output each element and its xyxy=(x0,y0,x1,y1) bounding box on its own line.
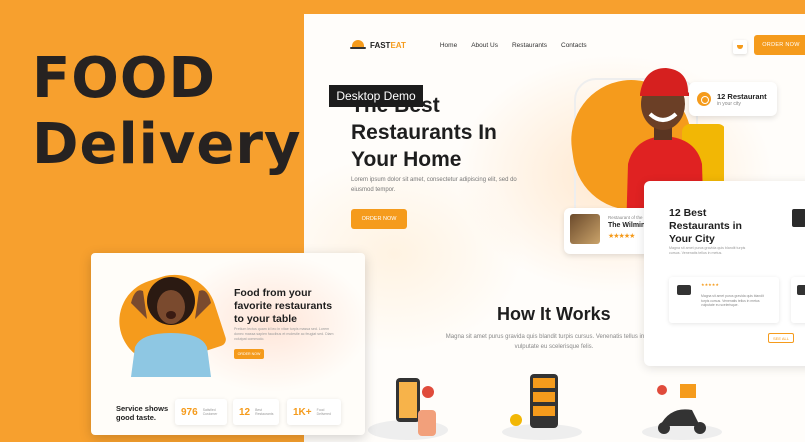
rating-stars: ★★★★★ xyxy=(701,282,719,287)
nav-restaurants[interactable]: Restaurants xyxy=(512,42,547,49)
phone-order-illustration xyxy=(368,378,448,440)
how-it-works-subtitle: Magna sit amet purus gravida quis blandi… xyxy=(445,334,663,350)
hero-order-button[interactable]: ORDER NOW xyxy=(351,209,407,229)
best-restaurants-title: 12 Best Restaurants in Your City xyxy=(669,207,742,245)
nav-contacts[interactable]: Contacts xyxy=(561,42,587,49)
order-now-button[interactable]: ORDER NOW xyxy=(754,35,805,55)
brand-logo[interactable]: FASTEAT xyxy=(350,39,406,51)
left-order-button[interactable]: ORDER NOW xyxy=(234,349,264,359)
review-card[interactable] xyxy=(791,277,805,323)
location-pin-icon xyxy=(697,92,711,106)
restaurant-logo xyxy=(677,285,691,295)
happy-customer-image xyxy=(131,277,211,377)
rating-stars: ★★★★★ xyxy=(608,233,635,240)
nav-about[interactable]: About Us xyxy=(471,42,498,49)
headline-line-2: Delivery xyxy=(32,112,302,178)
stat-delivered: 1K+ Food Delivered xyxy=(287,399,341,425)
stat-satisfied: 976 Satisfied Customer xyxy=(175,399,227,425)
restaurant-logo xyxy=(792,209,805,227)
dish-icon xyxy=(350,39,366,51)
nav-home[interactable]: Home xyxy=(440,42,457,49)
how-it-works-title: How It Works xyxy=(497,304,611,324)
restaurant-count-badge: 12 Restaurant in your city xyxy=(689,82,777,116)
see-all-button[interactable]: SEE ALL xyxy=(768,333,794,343)
menu-select-illustration xyxy=(502,374,582,440)
desktop-demo-tooltip: Desktop Demo xyxy=(329,85,423,107)
restaurant-thumbnail xyxy=(570,214,600,244)
service-tagline: Service shows good taste. xyxy=(116,404,169,422)
top-nav: FASTEAT Home About Us Restaurants Contac… xyxy=(350,26,805,64)
best-restaurants-card: 12 Best Restaurants in Your City Magna s… xyxy=(644,181,805,366)
hero-subtitle: Lorem ipsum dolor sit amet, consectetur … xyxy=(351,177,517,193)
headline-line-1: FOOD xyxy=(32,46,216,111)
review-card[interactable]: ★★★★★ Magna sit amet purus gravida quis … xyxy=(669,277,779,323)
mobile-hero-preview: Food from your favorite restaurants to y… xyxy=(91,253,365,435)
left-card-title: Food from your favorite restaurants to y… xyxy=(234,287,333,325)
headline: FOOD Delivery xyxy=(32,46,301,178)
cart-icon[interactable] xyxy=(733,40,747,54)
stat-restaurants: 12 Best Restaurants xyxy=(233,399,280,425)
restaurant-card[interactable]: Restaurant of the The Wilmington ★★★★★ xyxy=(564,208,660,254)
delivery-scooter-illustration xyxy=(642,384,722,440)
